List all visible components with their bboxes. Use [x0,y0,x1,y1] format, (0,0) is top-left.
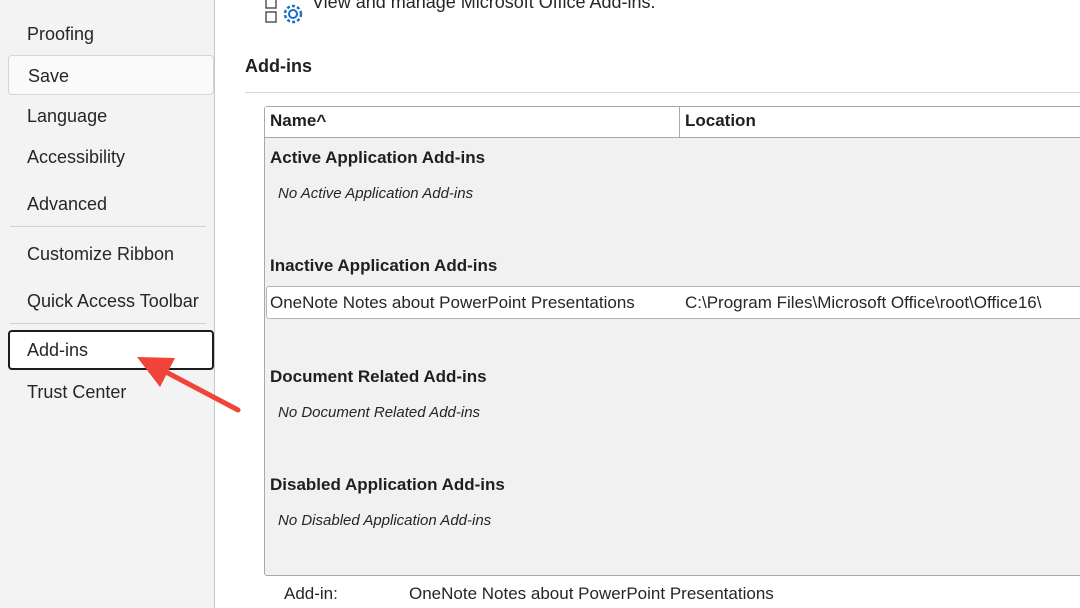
group-title: Disabled Application Add-ins [270,475,505,494]
sidebar-item-advanced[interactable]: Advanced [8,184,214,224]
options-sidebar: Proofing Save Language Accessibility Adv… [0,0,215,608]
sidebar-item-customize-ribbon[interactable]: Customize Ribbon [8,234,214,274]
sidebar-item-add-ins[interactable]: Add-ins [8,330,214,370]
group-title: Inactive Application Add-ins [270,256,498,275]
add-in-name: OneNote Notes about PowerPoint Presentat… [270,293,635,312]
group-title: Active Application Add-ins [270,148,486,167]
sidebar-item-save[interactable]: Save [8,55,214,95]
sidebar-item-accessibility[interactable]: Accessibility [8,137,214,177]
empty-group-text: No Disabled Application Add-ins [278,512,492,529]
add-in-detail-label: Add-in: [284,584,338,603]
sidebar-item-language[interactable]: Language [8,96,214,136]
column-name-label: Name [270,111,317,130]
add-in-detail-value: OneNote Notes about PowerPoint Presentat… [409,584,774,603]
column-header-name[interactable]: Name^ [270,111,326,131]
empty-group-text: No Active Application Add-ins [278,185,474,202]
table-row[interactable]: OneNote Notes about PowerPoint Presentat… [266,286,1080,319]
add-in-location: C:\Program Files\Microsoft Office\root\O… [685,293,1042,312]
add-ins-list: Name^ Location Active Application Add-in… [264,106,1080,576]
group-title: Document Related Add-ins [270,367,487,386]
add-ins-gear-icon [265,0,303,24]
sidebar-item-proofing[interactable]: Proofing [8,14,214,54]
section-divider [245,92,1080,93]
empty-group-text: No Document Related Add-ins [278,404,481,421]
column-header-location[interactable]: Location [685,111,756,131]
sidebar-divider [10,323,206,324]
sort-ascending-icon: ^ [316,111,327,130]
page-description: View and manage Microsoft Office Add-ins… [312,0,656,12]
column-resize-handle[interactable] [679,107,680,137]
sidebar-item-quick-access-toolbar[interactable]: Quick Access Toolbar [8,281,214,321]
sidebar-divider [10,226,206,227]
sidebar-item-trust-center[interactable]: Trust Center [8,372,214,412]
section-title: Add-ins [245,56,312,76]
list-header: Name^ Location [265,107,1080,138]
